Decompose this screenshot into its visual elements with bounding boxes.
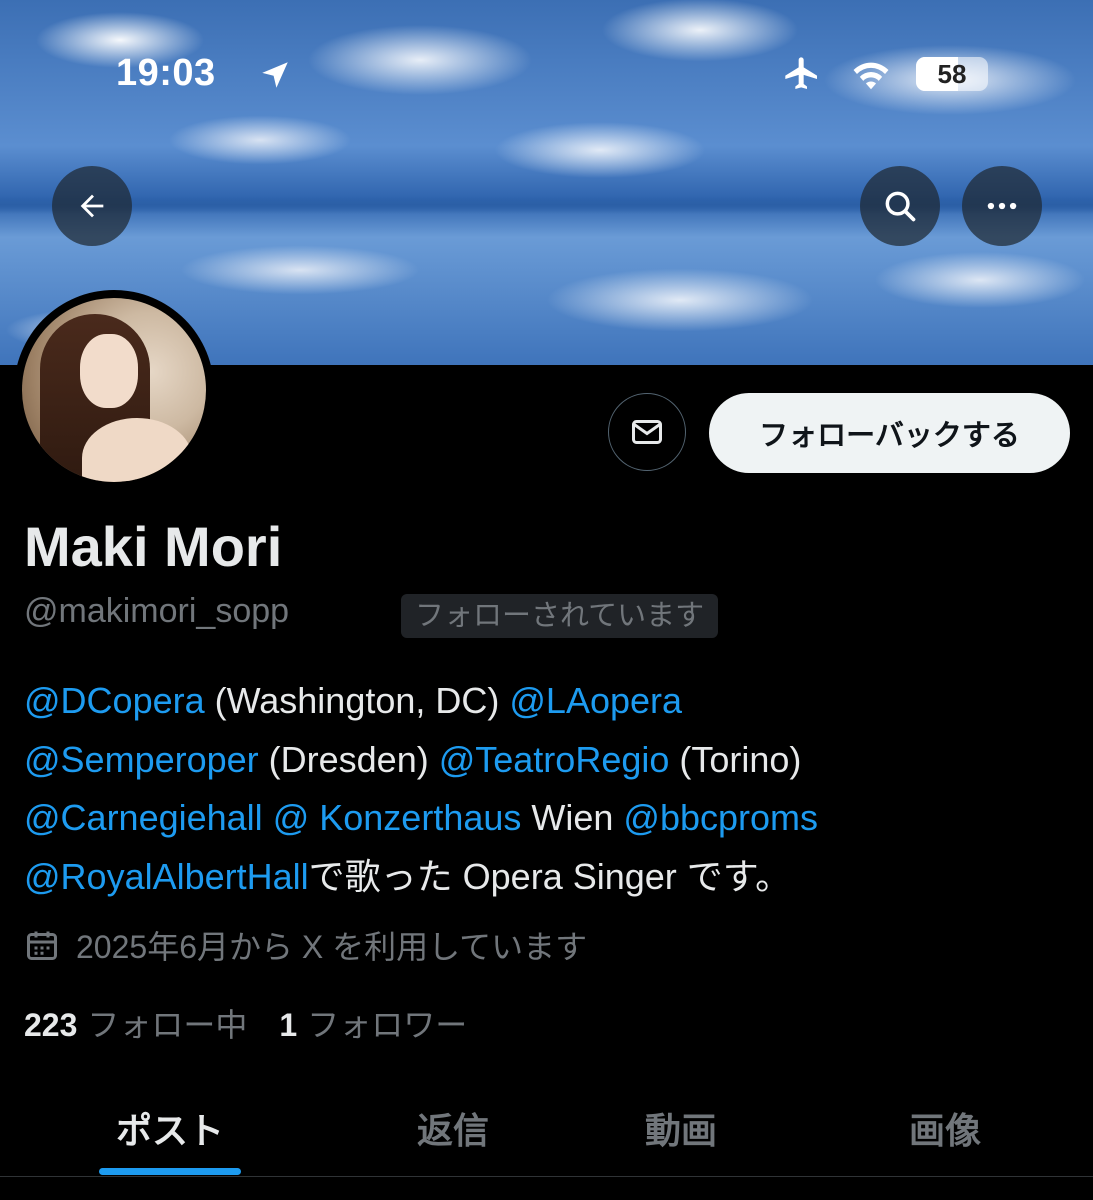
follow-stats: 223 フォロー中 1 フォロワー <box>24 1000 467 1046</box>
profile-bio: @DCopera (Washington, DC) @LAopera @Sempe… <box>24 672 1084 906</box>
bio-text <box>263 797 273 838</box>
bio-text: Wien <box>521 797 624 838</box>
status-time: 19:03 <box>116 52 216 94</box>
tab-posts[interactable]: ポスト <box>70 1080 270 1175</box>
location-arrow-icon <box>262 62 288 88</box>
back-arrow-icon <box>80 194 104 218</box>
status-bar: 19:03 58 <box>0 48 1093 98</box>
bio-line: @Semperoper (Dresden) @TeatroRegio (Tori… <box>24 731 1084 790</box>
following-count: 223 <box>24 1007 78 1043</box>
airplane-icon <box>785 57 817 89</box>
mail-icon <box>632 420 662 444</box>
followers-label: フォロワー <box>307 1007 468 1043</box>
tabs-divider <box>0 1176 1093 1177</box>
message-button[interactable] <box>608 393 686 471</box>
joined-text: 2025年6月から X を利用しています <box>76 929 588 965</box>
search-icon <box>885 191 916 222</box>
avatar-face <box>80 334 138 408</box>
more-options-button[interactable] <box>962 166 1042 246</box>
bio-line: @DCopera (Washington, DC) @LAopera <box>24 672 1084 731</box>
bio-text: で歌った Opera Singer です。 <box>308 855 792 897</box>
joined-date: 2025年6月から X を利用しています <box>24 922 587 968</box>
user-handle: @makimori_sopp <box>24 592 290 630</box>
following-label: フォロー中 <box>87 1007 248 1043</box>
bio-line: @Carnegiehall @ Konzerthaus Wien @bbcpro… <box>24 789 1084 848</box>
bio-mention-link[interactable]: @bbcproms <box>623 797 818 838</box>
bio-mention-link[interactable]: @Semperoper <box>24 739 259 780</box>
bio-text: (Washington, DC) <box>204 680 510 721</box>
followers-link[interactable]: 1 フォロワー <box>279 1000 467 1046</box>
bio-mention-link[interactable]: @LAopera <box>509 680 682 721</box>
display-name: Maki Mori <box>24 515 283 578</box>
following-link[interactable]: 223 フォロー中 <box>24 1000 247 1046</box>
battery-icon: 58 <box>916 57 988 91</box>
profile-tabs: ポスト 返信 動画 画像 <box>0 1080 1093 1175</box>
bio-mention-link[interactable]: @Carnegiehall <box>24 797 263 838</box>
wifi-icon <box>853 62 889 90</box>
followers-count: 1 <box>279 1007 298 1043</box>
calendar-icon <box>27 931 57 960</box>
follow-back-button[interactable]: フォローバックする <box>709 393 1070 473</box>
bio-line: @RoyalAlbertHallで歌った Opera Singer です。 <box>24 848 1084 907</box>
bio-text: (Dresden) <box>258 738 439 780</box>
profile-avatar[interactable] <box>14 290 214 490</box>
battery-percent: 58 <box>937 59 967 89</box>
follows-you-badge: フォローされています <box>401 594 719 638</box>
back-button[interactable] <box>52 166 132 246</box>
search-button[interactable] <box>860 166 940 246</box>
bio-mention-link[interactable]: @TeatroRegio <box>439 739 670 780</box>
avatar-photo <box>22 298 206 482</box>
tab-replies[interactable]: 返信 <box>353 1080 553 1175</box>
tab-videos[interactable]: 動画 <box>581 1080 781 1175</box>
bio-mention-link[interactable]: @ Konzerthaus <box>273 797 522 838</box>
bio-text: (Torino) <box>669 738 802 780</box>
bio-mention-link[interactable]: @DCopera <box>24 680 205 721</box>
bio-mention-link[interactable]: @RoyalAlbertHall <box>24 856 309 897</box>
active-tab-indicator <box>99 1168 241 1175</box>
tab-images[interactable]: 画像 <box>845 1080 1045 1175</box>
more-dots-icon <box>987 202 1017 210</box>
